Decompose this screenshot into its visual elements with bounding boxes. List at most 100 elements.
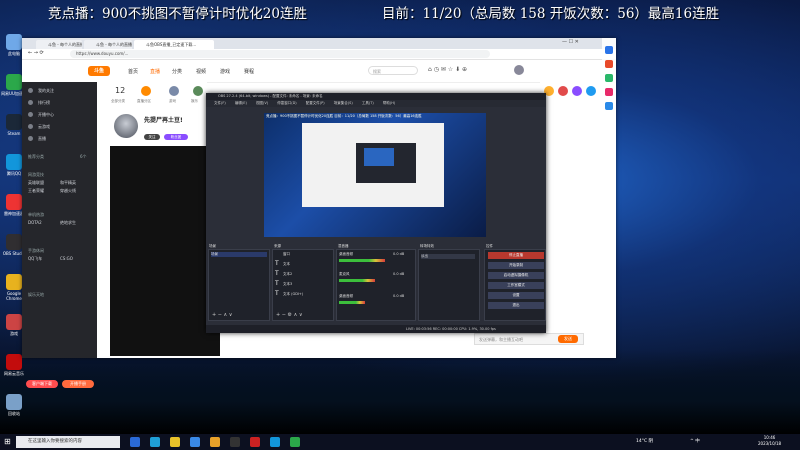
toggle-icon[interactable] (141, 86, 151, 96)
obs-menu-file[interactable]: 文件(F) (214, 101, 226, 105)
windows-start-icon[interactable]: ⊞ (4, 437, 11, 446)
desktop-app-icon[interactable] (6, 74, 22, 90)
broadcast-manual-button[interactable]: 开播手册 (62, 380, 94, 388)
game-item[interactable]: 绝地求生 (60, 220, 76, 226)
taskbar-search[interactable]: 在这里输入你要搜索的内容 (16, 436, 120, 448)
source-item[interactable]: 文本 (GDI+) (283, 292, 303, 297)
start-recording-button[interactable]: 开始录制 (488, 262, 544, 269)
task-view-icon[interactable] (130, 437, 140, 447)
transition-select[interactable]: 淡出 (421, 254, 475, 259)
source-item[interactable]: 文本 (283, 262, 290, 267)
taskbar-clock[interactable]: 10:46 2023/10/18 (758, 435, 781, 447)
desktop-app-icon[interactable] (6, 114, 22, 130)
header-icons[interactable]: ⌂ ◷ ✉ ☆ ⬇ ⊕ (428, 66, 467, 73)
store-icon[interactable] (190, 437, 200, 447)
outlook-icon[interactable] (605, 74, 613, 82)
game-icon[interactable] (193, 86, 203, 96)
explorer-icon[interactable] (170, 437, 180, 447)
section-recommend[interactable]: 推荐分类 (28, 154, 44, 160)
search-icon[interactable] (605, 46, 613, 54)
netease-music-icon[interactable] (250, 437, 260, 447)
nav-video[interactable]: 视频 (196, 68, 206, 75)
url-field[interactable]: https://www.douyu.com/... (70, 50, 490, 58)
desktop-app-icon[interactable] (6, 34, 22, 50)
game-item[interactable]: 穿越火线 (60, 188, 76, 194)
game-item[interactable]: 和平精英 (60, 180, 76, 186)
favorite-icon[interactable] (605, 60, 613, 68)
nav-home[interactable]: 首页 (128, 68, 138, 75)
section-competitive[interactable]: 网游竞技 (28, 172, 44, 178)
desktop-app-icon[interactable] (6, 154, 22, 170)
window-controls[interactable]: — ☐ ✕ (562, 39, 579, 45)
category-label[interactable]: 娱乐 (191, 99, 198, 104)
sidebar-item-rank[interactable]: 排行榜 (38, 100, 50, 106)
user-avatar[interactable] (514, 65, 524, 75)
nav-category[interactable]: 分类 (172, 68, 182, 75)
desktop-app-icon[interactable] (6, 234, 22, 250)
virtual-camera-button[interactable]: 启动虚拟摄像机 (488, 272, 544, 279)
obs-preview[interactable]: 竞点播：900不挑图不暂停计时优化20连胜 目前：11/20（总局数 158 开… (264, 113, 486, 237)
gift-icon[interactable] (586, 86, 596, 96)
sidebar-item-live[interactable]: 直播 (38, 136, 46, 142)
sidebar-item-follow[interactable]: 我的关注 (38, 88, 54, 94)
browser-tab-2[interactable]: 斗鱼 - 每个人的直播平台 (84, 40, 132, 49)
obs-menu-edit[interactable]: 编辑(E) (235, 101, 247, 105)
game-item[interactable]: CS:GO (60, 256, 73, 261)
office-icon[interactable] (605, 88, 613, 96)
obs-menu-profile[interactable]: 配置文件(P) (306, 101, 325, 105)
nav-schedule[interactable]: 赛程 (244, 68, 254, 75)
game-item[interactable]: 英雄联盟 (28, 180, 44, 186)
fan-club-button[interactable]: 粉丝团 (164, 134, 188, 140)
section-entertainment[interactable]: 娱乐天地 (28, 292, 44, 298)
browser-tab-3[interactable]: 斗鱼OBS直播_已定速下载... (134, 40, 214, 49)
weather-text[interactable]: 14°C 阴 (636, 438, 653, 444)
nav-live[interactable]: 直播 (150, 68, 160, 75)
category-label[interactable]: 游戏 (169, 99, 176, 104)
desktop-app-icon[interactable] (6, 274, 22, 290)
obs-menu-help[interactable]: 帮助(H) (383, 101, 395, 105)
obs-menu-view[interactable]: 视图(V) (256, 101, 268, 105)
sidebar-item-cloudgame[interactable]: 云游戏 (38, 124, 50, 130)
tray-icons[interactable]: ^ 中 (690, 438, 700, 444)
qq-icon[interactable] (270, 437, 280, 447)
chrome-icon[interactable] (210, 437, 220, 447)
desktop-app-icon[interactable] (6, 314, 22, 330)
nav-arrows-icon[interactable]: ← → ⟳ (28, 50, 44, 56)
exit-button[interactable]: 退出 (488, 302, 544, 309)
gift-icon[interactable] (572, 86, 582, 96)
source-item[interactable]: 窗口 (283, 252, 290, 257)
source-add-remove-icons[interactable]: + − ⚙ ∧ ∨ (276, 312, 303, 318)
browser-tab-1[interactable]: 斗鱼 - 每个人的直播平台 (36, 40, 82, 49)
source-item[interactable]: 文本3 (283, 282, 292, 287)
category-label[interactable]: 全部分类 (111, 99, 125, 104)
section-single[interactable]: 单机热游 (28, 212, 44, 218)
section-mobile[interactable]: 手游休闲 (28, 248, 44, 254)
sidebar-item-broadcast[interactable]: 开播中心 (38, 112, 54, 118)
studio-mode-button[interactable]: 工作室模式 (488, 282, 544, 289)
game-item[interactable]: DOTA2 (28, 220, 42, 225)
stop-stream-button[interactable]: 停止直播 (488, 252, 544, 259)
download-client-button[interactable]: 客户端下载 (26, 380, 58, 388)
site-logo[interactable]: 斗鱼 (88, 66, 110, 76)
site-search-input[interactable]: 搜索 (368, 66, 418, 75)
desktop-app-icon[interactable] (6, 354, 22, 370)
send-button[interactable]: 发送 (558, 335, 578, 343)
wechat-icon[interactable] (290, 437, 300, 447)
video-player[interactable] (110, 146, 220, 356)
game-item[interactable]: 王者荣耀 (28, 188, 44, 194)
desktop-app-icon[interactable] (6, 394, 22, 410)
scene-item[interactable]: 场景 (211, 252, 267, 257)
category-label[interactable]: 直播分区 (137, 99, 151, 104)
scene-add-remove-icons[interactable]: + − ∧ ∨ (212, 312, 232, 318)
gift-icon[interactable] (558, 86, 568, 96)
obs-menu-tools[interactable]: 工具(T) (362, 101, 374, 105)
obs-menu-docks[interactable]: 停靠窗口(D) (277, 101, 296, 105)
nav-games[interactable]: 游戏 (220, 68, 230, 75)
game-item[interactable]: QQ飞车 (28, 256, 42, 262)
obs-taskbar-icon[interactable] (230, 437, 240, 447)
add-icon[interactable] (605, 102, 613, 110)
streamer-avatar[interactable] (114, 114, 138, 138)
obs-menu-scene-collection[interactable]: 场景集合(S) (334, 101, 353, 105)
plane-icon[interactable] (169, 86, 179, 96)
desktop-app-icon[interactable] (6, 194, 22, 210)
